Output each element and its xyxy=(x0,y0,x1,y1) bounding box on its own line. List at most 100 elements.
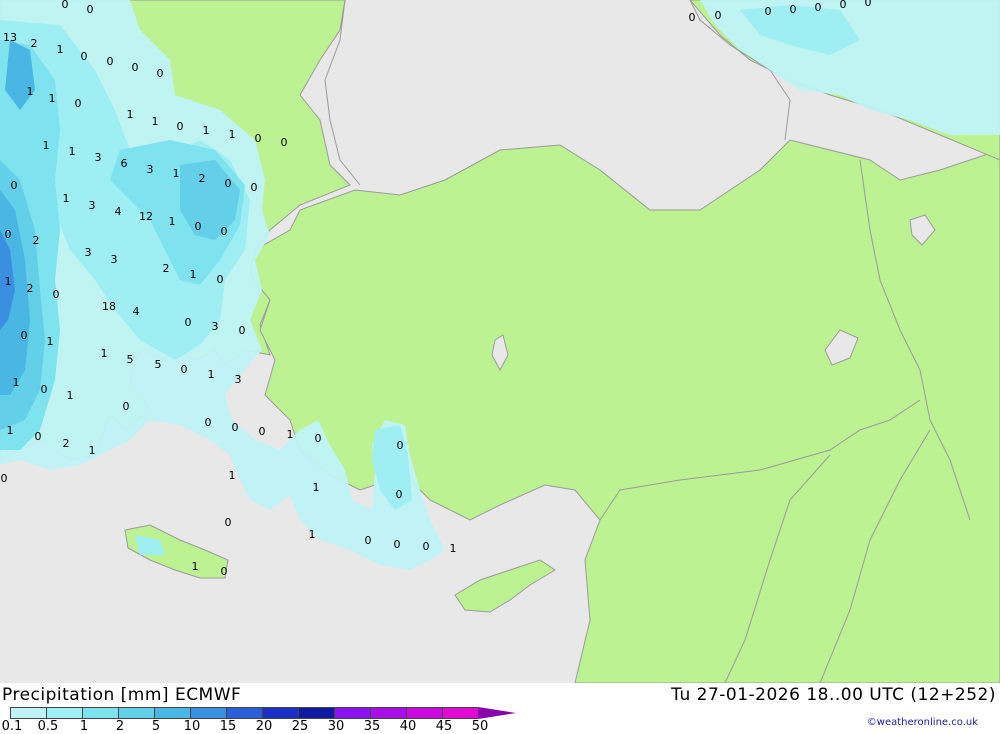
precip-value-label: 1 xyxy=(89,444,96,457)
precip-value-label: 0 xyxy=(53,288,60,301)
legend-tick-label: 2 xyxy=(115,719,125,734)
precip-value-label: 1 xyxy=(47,335,54,348)
precip-value-label: 1 xyxy=(169,215,176,228)
precip-value-label: 1 xyxy=(190,268,197,281)
precip-value-label: 0 xyxy=(41,383,48,396)
precip-value-label: 18 xyxy=(102,300,116,313)
precip-value-label: 1 xyxy=(5,275,12,288)
precip-value-label: 4 xyxy=(115,205,122,218)
legend-swatch xyxy=(298,707,334,719)
map-title: Precipitation [mm] ECMWF xyxy=(2,685,242,705)
precip-value-label: 0 xyxy=(81,50,88,63)
precip-value-label: 0 xyxy=(315,432,322,445)
precip-value-label: 12 xyxy=(139,210,153,223)
legend-arrow xyxy=(478,707,516,719)
legend-swatch xyxy=(370,707,406,719)
legend-tick-label: 50 xyxy=(471,719,489,734)
precip-value-label: 0 xyxy=(689,11,696,24)
precip-value-label: 0 xyxy=(21,329,28,342)
precip-value-label: 0 xyxy=(1,472,8,485)
precip-value-label: 0 xyxy=(123,400,130,413)
precip-value-label: 0 xyxy=(5,228,12,241)
precip-value-label: 1 xyxy=(69,145,76,158)
precip-value-label: 3 xyxy=(95,151,102,164)
precip-value-label: 0 xyxy=(397,439,404,452)
legend-swatch xyxy=(46,707,82,719)
precip-value-label: 0 xyxy=(394,538,401,551)
precip-value-label: 0 xyxy=(157,67,164,80)
precip-value-label: 1 xyxy=(43,139,50,152)
precip-value-label: 0 xyxy=(225,516,232,529)
precip-value-label: 5 xyxy=(127,353,134,366)
color-scale xyxy=(10,707,516,719)
precip-value-label: 1 xyxy=(13,376,20,389)
legend-swatch xyxy=(262,707,298,719)
precip-value-label: 0 xyxy=(255,132,262,145)
precip-value-label: 0 xyxy=(396,488,403,501)
precip-value-label: 2 xyxy=(31,37,38,50)
precip-value-label: 1 xyxy=(173,167,180,180)
precip-value-label: 5 xyxy=(155,358,162,371)
legend-swatch xyxy=(442,707,478,719)
precip-value-label: 3 xyxy=(111,253,118,266)
legend-tick-label: 15 xyxy=(219,719,237,734)
precip-value-label: 1 xyxy=(57,43,64,56)
precip-value-label: 0 xyxy=(790,3,797,16)
precip-value-label: 0 xyxy=(715,9,722,22)
forecast-datetime: Tu 27-01-2026 18..00 UTC (12+252) xyxy=(671,685,996,705)
precip-value-label: 3 xyxy=(212,320,219,333)
legend-tick-label: 5 xyxy=(151,719,161,734)
precip-value-label: 1 xyxy=(313,481,320,494)
legend-swatch xyxy=(154,707,190,719)
legend-swatch xyxy=(118,707,154,719)
precip-value-label: 0 xyxy=(62,0,69,11)
precip-value-label: 1 xyxy=(101,347,108,360)
precip-value-label: 0 xyxy=(107,55,114,68)
legend-swatch xyxy=(334,707,370,719)
legend-tick-label: 30 xyxy=(327,719,345,734)
legend-tick-label: 10 xyxy=(183,719,201,734)
legend-swatch xyxy=(226,707,262,719)
legend-tick-label: 20 xyxy=(255,719,273,734)
precip-value-label: 2 xyxy=(27,282,34,295)
legend-swatch xyxy=(10,707,46,719)
precip-value-label: 0 xyxy=(11,179,18,192)
precip-value-label: 0 xyxy=(232,421,239,434)
precip-value-label: 0 xyxy=(217,273,224,286)
precip-value-label: 3 xyxy=(89,199,96,212)
legend-swatch xyxy=(406,707,442,719)
precip-value-label: 1 xyxy=(152,115,159,128)
legend-swatch xyxy=(82,707,118,719)
precip-value-label: 1 xyxy=(450,542,457,555)
precip-value-label: 6 xyxy=(121,157,128,170)
precip-value-label: 0 xyxy=(239,324,246,337)
color-scale-labels: 0.1 0.5 1 2 5 10 15 20 25 30 35 40 45 50 xyxy=(0,719,540,734)
precip-value-label: 2 xyxy=(163,262,170,275)
precip-value-label: 0 xyxy=(35,430,42,443)
precip-value-label: 2 xyxy=(33,234,40,247)
precipitation-map[interactable]: 0 0 13 2 1 0 0 0 0 1 1 0 1 1 0 1 1 0 0 1 1 3 6 3 1 2 0 0 0 1 3 4 12 1 0 0 0 2… xyxy=(0,0,1000,683)
precip-value-label: 1 xyxy=(27,85,34,98)
precip-value-label: 0 xyxy=(185,316,192,329)
precip-value-label: 0 xyxy=(365,534,372,547)
legend-tick-label: 45 xyxy=(435,719,453,734)
precip-value-label: 0 xyxy=(259,425,266,438)
precip-value-label: 2 xyxy=(199,172,206,185)
precip-value-label: 0 xyxy=(423,540,430,553)
precip-value-label: 3 xyxy=(235,373,242,386)
precip-value-label: 0 xyxy=(221,565,228,578)
legend-swatch xyxy=(190,707,226,719)
precip-value-label: 1 xyxy=(203,124,210,137)
precip-value-label: 0 xyxy=(840,0,847,11)
precip-value-label: 0 xyxy=(195,220,202,233)
precip-value-label: 1 xyxy=(7,424,14,437)
precip-value-label: 1 xyxy=(49,92,56,105)
precip-value-label: 2 xyxy=(63,437,70,450)
credit-link[interactable]: ©weatheronline.co.uk xyxy=(867,717,978,728)
precip-value-label: 0 xyxy=(177,120,184,133)
precip-value-label: 1 xyxy=(63,192,70,205)
precip-value-label: 0 xyxy=(225,177,232,190)
legend-tick-label: 25 xyxy=(291,719,309,734)
precip-value-label: 0 xyxy=(181,363,188,376)
legend-tick-label: 1 xyxy=(79,719,89,734)
